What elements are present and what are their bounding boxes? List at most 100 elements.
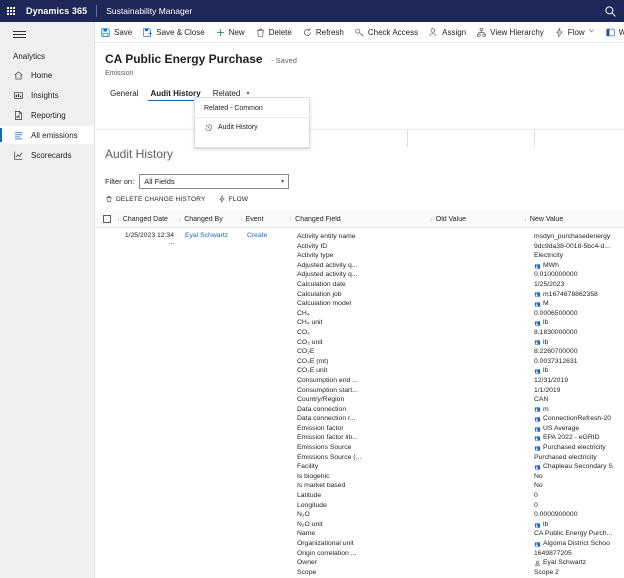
column-header-old-value[interactable]: Old Value <box>430 216 525 223</box>
new-button-label: New <box>228 27 245 37</box>
new-value-text: 0 <box>534 501 538 509</box>
new-value-text: lb <box>543 367 549 375</box>
new-value-item: m1674678862358 <box>534 290 624 300</box>
chevron-down-icon <box>588 27 595 38</box>
person-icon <box>534 560 541 567</box>
sidebar-item-label: Insights <box>31 90 59 100</box>
changed-field-name: Consumption end ... <box>297 376 358 384</box>
new-value-item: 0.0006500000 <box>534 309 624 319</box>
panel-column-divider <box>407 129 408 147</box>
changed-field-name: Adjusted activity q... <box>297 271 358 279</box>
audit-history-grid: Changed Date Changed By Event Changed Fi… <box>96 211 624 578</box>
changed-field-name: Emissions Source (... <box>297 453 362 461</box>
top-navigation-bar: Dynamics 365 Sustainability Manager <box>0 0 624 22</box>
cell-changed-by[interactable]: Eyal Schwartz <box>180 232 242 578</box>
audit-actions: DELETE CHANGE HISTORY FLOW <box>105 194 249 204</box>
search-icon[interactable] <box>604 5 617 18</box>
cell-old-value-list <box>434 232 529 578</box>
changed-field-name: Consumption start... <box>297 386 358 394</box>
new-value-item: 9dc9da38-0018-5bc4-d... <box>534 242 624 252</box>
new-value-text: lb <box>543 520 549 528</box>
tab-label: General <box>110 89 139 98</box>
new-value-item: 0 <box>534 501 624 511</box>
changed-field-name: Activity type <box>297 252 334 260</box>
sidebar-item-all-emissions[interactable]: All emissions <box>0 126 94 144</box>
audit-flow-button[interactable]: FLOW <box>218 194 249 204</box>
record-lookup-icon <box>534 406 541 413</box>
column-header-changed-by[interactable]: Changed By <box>179 216 240 223</box>
refresh-icon <box>302 27 313 38</box>
new-value-text: Electricity <box>534 252 564 260</box>
sidebar-item-home[interactable]: Home <box>0 66 94 84</box>
app-name-label[interactable]: Sustainability Manager <box>106 6 192 16</box>
new-value-item: Purchased electricity <box>534 453 624 463</box>
delete-change-history-button[interactable]: DELETE CHANGE HISTORY <box>105 195 206 203</box>
related-menu-item-label: Audit History <box>218 124 258 131</box>
flow-icon <box>218 194 226 204</box>
view-hierarchy-button[interactable]: View Hierarchy <box>471 22 549 43</box>
assign-button[interactable]: Assign <box>423 22 471 43</box>
insights-icon <box>13 90 24 101</box>
sidebar-item-insights[interactable]: Insights <box>0 86 94 104</box>
save-and-close-button[interactable]: Save & Close <box>137 22 209 43</box>
record-lookup-icon <box>534 301 541 308</box>
sidebar-item-reporting[interactable]: Reporting <box>0 106 94 124</box>
waffle-icon[interactable] <box>0 7 22 15</box>
changed-field-name: CO₂ unit <box>297 338 323 346</box>
refresh-button[interactable]: Refresh <box>297 22 349 43</box>
sidebar-hamburger-icon[interactable] <box>0 22 94 46</box>
cell-changed-date: 1/25/2023 12:34 ... <box>124 232 174 246</box>
word-button-label: Word <box>618 27 624 37</box>
new-value-item: Scope 2 <box>534 568 624 578</box>
new-value-text: MWh <box>543 261 559 269</box>
new-value-text: lb <box>543 319 549 327</box>
new-value-text: EPA 2022 - eGRID <box>543 434 600 442</box>
word-button[interactable]: Word <box>600 22 624 43</box>
new-button[interactable]: New <box>210 22 250 43</box>
view-hierarchy-button-label: View Hierarchy <box>490 27 544 37</box>
record-lookup-icon <box>534 416 541 423</box>
cell-event[interactable]: Create <box>242 232 292 578</box>
new-value-item: ConnectionRefresh-20 <box>534 414 624 424</box>
delete-button[interactable]: Delete <box>250 22 297 43</box>
filter-label: Filter on: <box>105 177 135 186</box>
changed-field-name: Calculation job <box>297 290 342 298</box>
table-row[interactable]: 1/25/2023 12:34 ... Eyal Schwartz Create… <box>96 228 624 578</box>
filter-row: Filter on: All Fields ▾ <box>105 174 290 189</box>
changed-field-name: Name <box>297 530 316 538</box>
audit-flow-label: FLOW <box>228 195 249 203</box>
check-access-button[interactable]: Check Access <box>349 22 423 43</box>
panel-column-divider <box>534 129 535 147</box>
column-header-new-value[interactable]: New Value <box>524 216 619 223</box>
record-lookup-icon <box>534 291 541 298</box>
brand-label[interactable]: Dynamics 365 <box>22 6 87 16</box>
flow-button[interactable]: Flow <box>549 22 600 43</box>
column-header-changed-date[interactable]: Changed Date <box>117 216 179 223</box>
new-value-item: Purchased electricity <box>534 443 624 453</box>
record-lookup-icon <box>534 445 541 452</box>
new-value-text: 8.1830000000 <box>534 328 578 336</box>
new-value-text: 0.0000900000 <box>534 511 578 519</box>
sidebar-item-scorecards[interactable]: Scorecards <box>0 146 94 164</box>
changed-field-name: N₂O unit <box>297 520 323 528</box>
new-value-text: CA Public Energy Purch... <box>534 530 613 538</box>
column-header-changed-field[interactable]: Changed Field <box>290 216 431 223</box>
chevron-down-icon: ▾ <box>246 91 250 97</box>
tab-general[interactable]: General <box>104 89 144 101</box>
person-icon <box>428 27 439 38</box>
new-value-text: CAN <box>534 396 549 404</box>
sidebar-item-label: Home <box>31 70 53 80</box>
column-header-event[interactable]: Event <box>240 216 291 223</box>
new-value-text: msdyn_purchasedenergy <box>534 233 611 240</box>
select-all-checkbox[interactable] <box>96 215 118 223</box>
changed-field-name: Latitude <box>297 492 322 500</box>
new-value-text: Algoma District Schoo <box>543 540 610 547</box>
changed-field-name: CO₂E (mt) <box>297 357 329 365</box>
save-button[interactable]: Save <box>95 22 137 43</box>
new-value-item: 8.2260700000 <box>534 347 624 357</box>
record-lookup-icon <box>534 522 541 529</box>
audit-history-heading: Audit History <box>105 147 174 161</box>
related-menu-item-audit-history[interactable]: Audit History <box>195 118 309 132</box>
changed-field-name: CO₂E unit <box>297 367 328 375</box>
filter-on-select[interactable]: All Fields ▾ <box>139 174 290 189</box>
